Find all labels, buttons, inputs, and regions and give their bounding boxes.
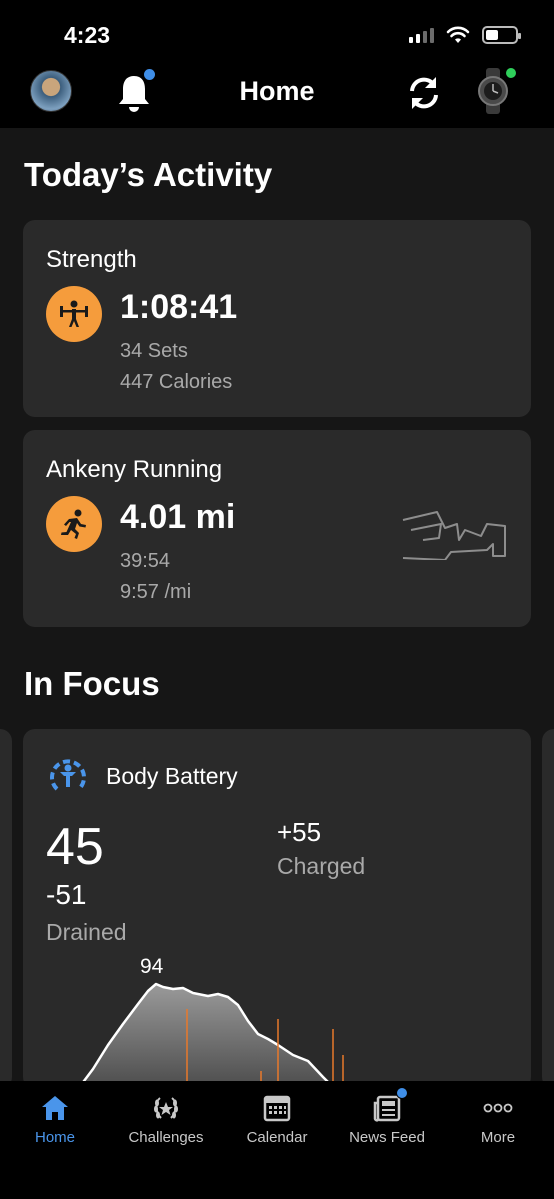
tab-challenges[interactable]: Challenges bbox=[111, 1093, 221, 1146]
device-connected-dot bbox=[506, 68, 516, 78]
tab-label: Challenges bbox=[128, 1129, 204, 1146]
body-battery-card[interactable]: Body Battery 45 -51 Drained +55 Charged … bbox=[23, 729, 531, 1089]
home-icon bbox=[40, 1093, 70, 1123]
activity-sets: 34 Sets bbox=[120, 340, 188, 362]
status-icons bbox=[409, 26, 521, 44]
sync-icon[interactable] bbox=[404, 73, 444, 113]
calendar-icon bbox=[262, 1093, 292, 1123]
newspaper-icon bbox=[372, 1087, 408, 1123]
body-battery-icon bbox=[50, 759, 86, 791]
top-bar: 4:23 Home bbox=[0, 0, 554, 128]
running-icon bbox=[46, 496, 102, 552]
drained-value: -51 bbox=[46, 879, 87, 910]
activity-duration: 1:08:41 bbox=[120, 288, 238, 326]
body-battery-chart bbox=[76, 982, 344, 1089]
activity-pace: 9:57 /mi bbox=[120, 581, 192, 603]
weightlifting-icon bbox=[46, 286, 102, 342]
more-icon bbox=[483, 1093, 513, 1123]
activity-calories: 447 Calories bbox=[120, 371, 233, 393]
charged-label: Charged bbox=[277, 853, 366, 879]
tab-news-feed[interactable]: News Feed bbox=[332, 1087, 442, 1146]
next-card-peek[interactable] bbox=[542, 729, 554, 1089]
activity-section-title: Today’s Activity bbox=[24, 156, 273, 193]
tab-label: Calendar bbox=[246, 1129, 308, 1146]
tab-more[interactable]: More bbox=[443, 1093, 553, 1146]
tab-home[interactable]: Home bbox=[0, 1093, 110, 1146]
charged-value: +55 bbox=[277, 817, 322, 847]
wifi-icon bbox=[446, 26, 470, 43]
previous-card-peek[interactable] bbox=[0, 729, 12, 1089]
battery-icon bbox=[482, 26, 521, 44]
tab-label: News Feed bbox=[349, 1129, 425, 1146]
body-battery-value: 45 bbox=[46, 818, 104, 876]
tab-label: More bbox=[480, 1129, 516, 1146]
focus-section-title: In Focus bbox=[24, 665, 160, 702]
activity-name: Strength bbox=[46, 246, 137, 273]
activity-card-strength[interactable]: Strength 1:08:41 34 Sets 447 Calories bbox=[23, 220, 531, 417]
bottom-tab-bar: Home Challenges Calendar News Feed More bbox=[0, 1081, 554, 1199]
tab-label: Home bbox=[34, 1129, 75, 1146]
drained-label: Drained bbox=[46, 919, 127, 945]
tab-calendar[interactable]: Calendar bbox=[222, 1093, 332, 1146]
body-battery-title: Body Battery bbox=[106, 763, 238, 789]
status-time: 4:23 bbox=[64, 22, 111, 48]
laurel-icon bbox=[151, 1093, 181, 1123]
watch-device-icon[interactable] bbox=[476, 68, 510, 114]
activity-card-running[interactable]: Ankeny Running 4.01 mi 39:54 9:57 /mi bbox=[23, 430, 531, 627]
peak-label: 94 bbox=[140, 955, 164, 978]
activity-name: Ankeny Running bbox=[46, 456, 223, 483]
activity-distance: 4.01 mi bbox=[120, 498, 236, 536]
route-map-icon bbox=[402, 511, 506, 560]
news-feed-badge bbox=[396, 1087, 408, 1099]
page-title: Home bbox=[239, 76, 315, 106]
activity-time: 39:54 bbox=[120, 550, 171, 572]
cellular-signal-icon bbox=[409, 27, 434, 43]
